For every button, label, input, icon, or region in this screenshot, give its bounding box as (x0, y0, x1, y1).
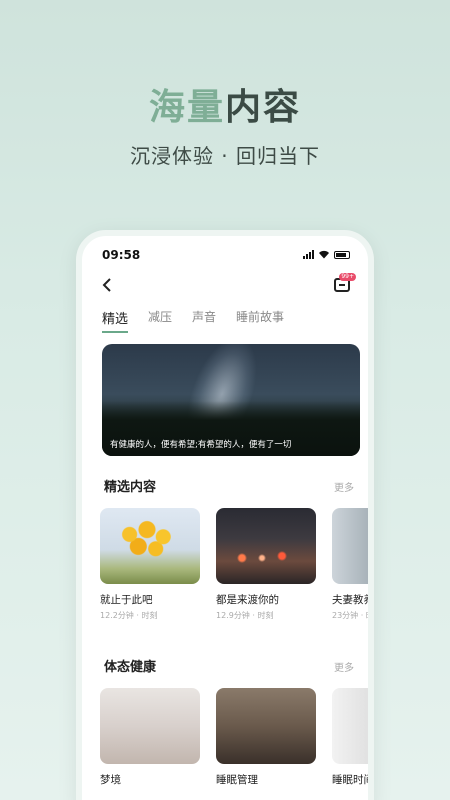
tab-bedtime-stories[interactable]: 睡前故事 (236, 308, 284, 333)
status-time: 09:58 (102, 248, 141, 262)
card-image-person (332, 508, 368, 584)
content-card[interactable]: 都是来渡你的 12.9分钟 · 时刻 (216, 508, 316, 621)
card-meta: 23分钟 · 时 (332, 611, 374, 620)
card-title: 就止于此吧 (100, 594, 153, 606)
phone-mockup: 09:58 99+ 精选 减压 声音 睡前故事 有健康的人，便有希望;有希望的人… (76, 230, 374, 800)
section-title-featured: 精选内容 (104, 480, 157, 495)
hero-title-accent: 海量 (148, 87, 225, 128)
content-card[interactable]: 睡眠管理 (216, 688, 316, 787)
card-meta: 12.9分钟 · 时刻 (216, 611, 274, 620)
section-title-body-health: 体态健康 (104, 660, 157, 675)
back-arrow-icon[interactable] (100, 276, 114, 294)
card-meta: 12.2分钟 · 时刻 (100, 611, 158, 620)
category-tabs: 精选 减压 声音 睡前故事 (102, 308, 304, 333)
card-image-city-night (216, 508, 316, 584)
card-title: 夫妻教养 (332, 594, 374, 606)
featured-cards: 就止于此吧 12.2分钟 · 时刻 都是来渡你的 12.9分钟 · 时刻 夫妻教… (100, 508, 374, 621)
hero-title-main: 内容 (225, 87, 302, 128)
card-title: 睡眠时间 (332, 774, 374, 786)
status-bar: 09:58 (82, 236, 368, 276)
banner-caption: 有健康的人，便有希望;有希望的人，便有了一切 (110, 440, 292, 450)
content-card[interactable]: 梦境 (100, 688, 200, 787)
status-icons (303, 250, 350, 259)
content-card[interactable]: 夫妻教养 23分钟 · 时 (332, 508, 374, 621)
tab-featured[interactable]: 精选 (102, 308, 129, 333)
body-health-cards: 梦境 睡眠管理 睡眠时间 (100, 688, 374, 787)
more-link-featured[interactable]: 更多 (334, 479, 354, 494)
card-title: 睡眠管理 (216, 774, 258, 786)
hero-subtitle: 沉浸体验 · 回归当下 (129, 144, 321, 168)
card-image-window (332, 688, 368, 764)
tab-stress-relief[interactable]: 减压 (148, 308, 172, 333)
battery-icon (334, 250, 350, 259)
card-title: 都是来渡你的 (216, 594, 279, 606)
card-image-flowers (100, 508, 200, 584)
card-image-cat (216, 688, 316, 764)
featured-banner[interactable]: 有健康的人，便有希望;有希望的人，便有了一切 (102, 344, 360, 456)
card-title: 梦境 (100, 774, 121, 786)
signal-icon (303, 250, 314, 259)
wifi-icon (319, 250, 329, 259)
message-badge: 99+ (339, 273, 356, 281)
content-card[interactable]: 就止于此吧 12.2分钟 · 时刻 (100, 508, 200, 621)
tab-sounds[interactable]: 声音 (192, 308, 216, 333)
content-card[interactable]: 睡眠时间 (332, 688, 374, 787)
card-image-bed (100, 688, 200, 764)
hero-title: 海量内容 (0, 78, 450, 130)
more-link-body-health[interactable]: 更多 (334, 659, 354, 674)
